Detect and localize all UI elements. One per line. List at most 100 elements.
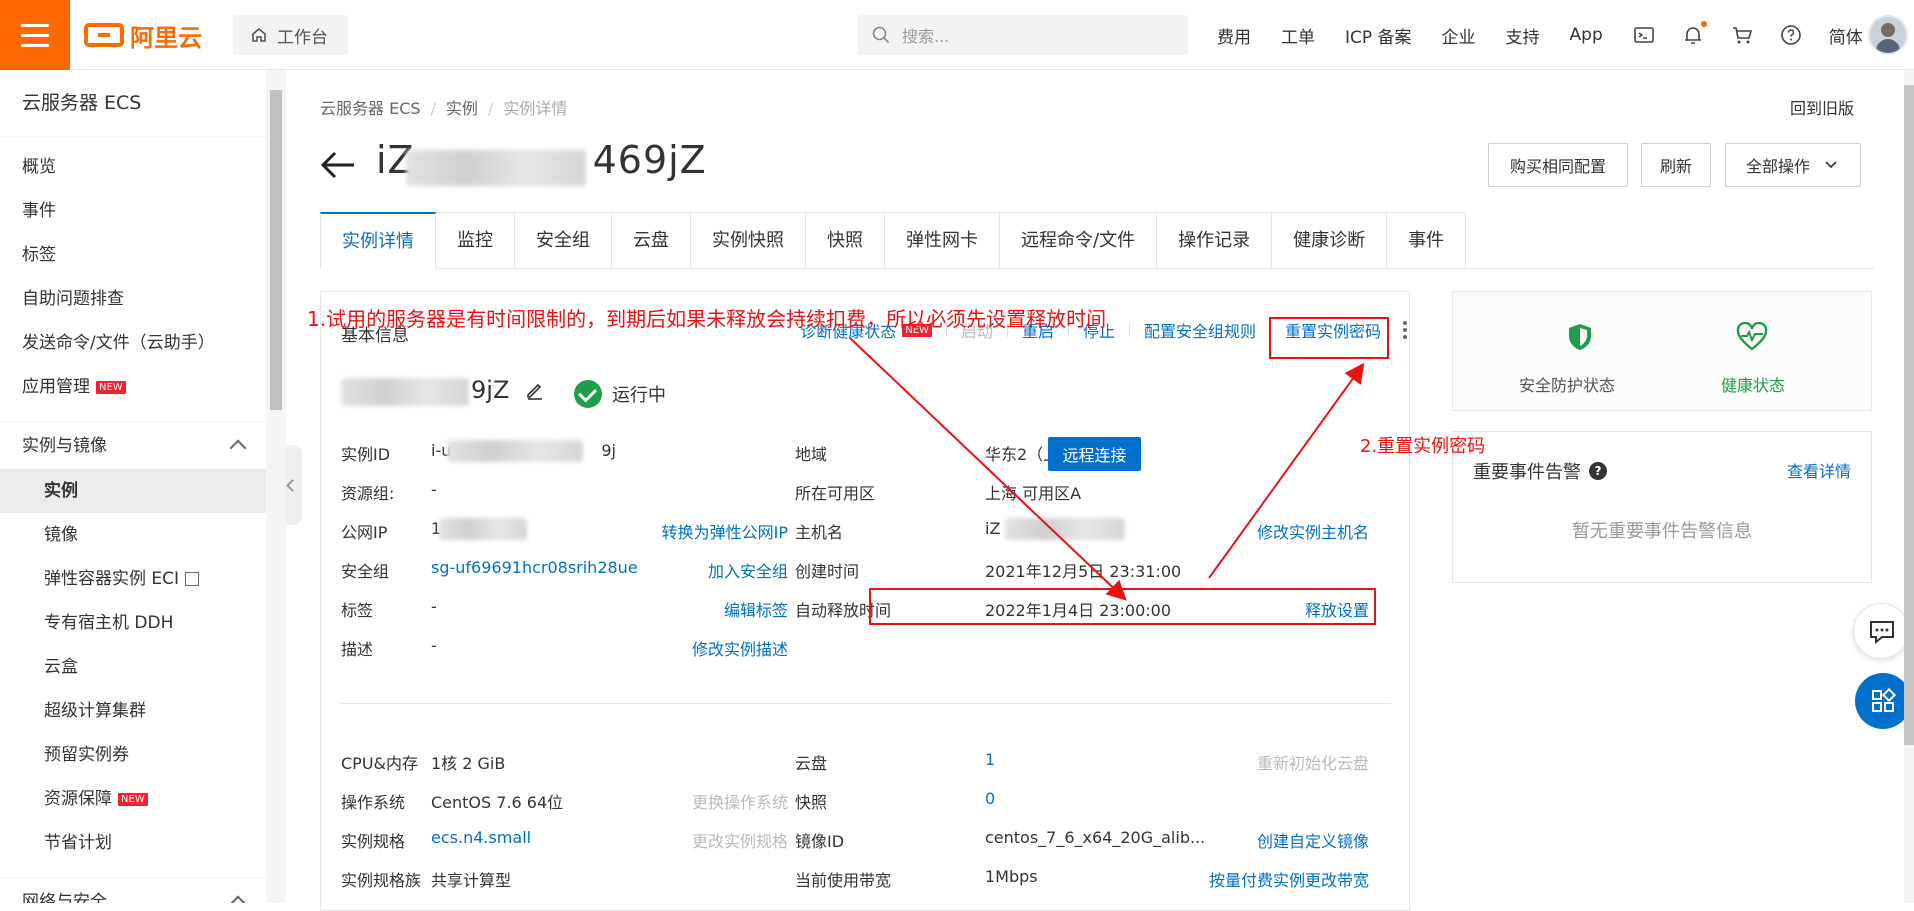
nav-icp[interactable]: ICP 备案 bbox=[1345, 23, 1412, 48]
configure-sg-rules-link[interactable]: 配置安全组规则 bbox=[1144, 318, 1256, 342]
events-panel: 重要事件告警? 查看详情 暂无重要事件告警信息 bbox=[1452, 431, 1872, 583]
change-bandwidth-link[interactable]: 按量付费实例更改带宽 bbox=[1209, 867, 1369, 891]
edit-tags-link[interactable]: 编辑标签 bbox=[724, 597, 788, 621]
sidebar-item-app-management[interactable]: 应用管理 NEW bbox=[0, 365, 266, 409]
sidebar-item-images[interactable]: 镜像 bbox=[0, 513, 266, 557]
add-security-group-link[interactable]: 加入安全组 bbox=[708, 558, 788, 582]
tab-events[interactable]: 事件 bbox=[1387, 212, 1467, 269]
workbench-button[interactable]: 工作台 bbox=[233, 15, 348, 55]
avatar[interactable] bbox=[1868, 15, 1908, 55]
sidebar-item-savings-plan[interactable]: 节省计划 bbox=[0, 821, 266, 865]
sidebar-item-ddh[interactable]: 专有宿主机 DDH bbox=[0, 601, 266, 645]
instance-family-label: 实例规格族 bbox=[341, 871, 422, 890]
tab-health-diagnosis[interactable]: 健康诊断 bbox=[1272, 212, 1388, 269]
view-details-link[interactable]: 查看详情 bbox=[1787, 458, 1851, 482]
tab-operation-logs[interactable]: 操作记录 bbox=[1157, 212, 1273, 269]
question-icon[interactable]: ? bbox=[1589, 462, 1607, 480]
old-version-link[interactable]: 回到旧版 bbox=[1790, 95, 1854, 119]
sidebar-item-events[interactable]: 事件 bbox=[0, 189, 266, 233]
snapshot-count-link[interactable]: 0 bbox=[985, 789, 995, 808]
sidebar: 云服务器 ECS 概览 事件 标签 自助问题排查 发送命令/文件（云助手） 应用… bbox=[0, 70, 286, 903]
sidebar-item-instances[interactable]: 实例 bbox=[0, 469, 266, 513]
sidebar-item-reserved[interactable]: 预留实例券 bbox=[0, 733, 266, 777]
chevron-up-icon bbox=[229, 439, 247, 457]
nav-app[interactable]: App bbox=[1570, 25, 1603, 45]
top-bar: 阿里云 工作台 搜索... 费用 工单 ICP 备案 企业 支持 App 简体 bbox=[0, 0, 1914, 70]
change-instance-type-link[interactable]: 更改实例规格 bbox=[692, 828, 788, 852]
chat-icon[interactable] bbox=[1853, 603, 1909, 659]
edit-pencil-icon[interactable] bbox=[525, 380, 545, 400]
cart-icon[interactable] bbox=[1731, 24, 1753, 46]
sidebar-item-tags[interactable]: 标签 bbox=[0, 233, 266, 277]
buy-same-config-button[interactable]: 购买相同配置 bbox=[1488, 143, 1628, 187]
reinit-disk-link[interactable]: 重新初始化云盘 bbox=[1257, 750, 1369, 774]
refresh-button[interactable]: 刷新 bbox=[1641, 143, 1711, 187]
instance-type-link[interactable]: ecs.n4.small bbox=[431, 828, 531, 847]
sidebar-item-overview[interactable]: 概览 bbox=[0, 145, 266, 189]
nav-ticket[interactable]: 工单 bbox=[1281, 23, 1315, 48]
sidebar-item-cloudbox[interactable]: 云盒 bbox=[0, 645, 266, 689]
help-icon[interactable] bbox=[1780, 24, 1802, 46]
tab-eni[interactable]: 弹性网卡 bbox=[885, 212, 1000, 269]
instance-family-value: 共享计算型 bbox=[431, 871, 512, 890]
hostname-value: iZ bbox=[985, 519, 1001, 538]
security-status-label[interactable]: 安全防护状态 bbox=[1519, 372, 1615, 396]
section-divider bbox=[341, 703, 1391, 704]
breadcrumb: 云服务器 ECS / 实例 / 实例详情 bbox=[320, 99, 568, 118]
convert-eip-link[interactable]: 转换为弹性公网IP bbox=[662, 519, 788, 543]
sidebar-section-instances-images[interactable]: 实例与镜像 bbox=[0, 421, 266, 469]
language-switch[interactable]: 简体 bbox=[1829, 23, 1863, 48]
region-label: 地域 bbox=[795, 445, 828, 464]
notification-dot bbox=[1700, 21, 1707, 27]
tab-monitoring[interactable]: 监控 bbox=[436, 212, 515, 269]
health-status-label[interactable]: 健康状态 bbox=[1721, 372, 1785, 396]
tab-security-groups[interactable]: 安全组 bbox=[515, 212, 612, 269]
tab-remote-commands[interactable]: 远程命令/文件 bbox=[1000, 212, 1158, 269]
back-arrow-icon[interactable] bbox=[320, 150, 356, 180]
apps-grid-icon[interactable] bbox=[1855, 673, 1911, 729]
events-empty-text: 暂无重要事件告警信息 bbox=[1572, 521, 1752, 542]
bandwidth-label: 当前使用带宽 bbox=[795, 871, 892, 890]
new-badge: NEW bbox=[118, 792, 148, 806]
nav-support[interactable]: 支持 bbox=[1506, 23, 1540, 48]
status-panel: 安全防护状态 健康状态 bbox=[1452, 291, 1872, 411]
bell-icon[interactable] bbox=[1682, 21, 1707, 46]
disk-count-link[interactable]: 1 bbox=[985, 750, 995, 769]
cpu-memory-label: CPU&内存 bbox=[341, 754, 419, 773]
terminal-icon[interactable] bbox=[1633, 24, 1655, 46]
change-os-link[interactable]: 更换操作系统 bbox=[692, 789, 788, 813]
all-operations-dropdown[interactable]: 全部操作 bbox=[1725, 143, 1861, 187]
tab-instance-details[interactable]: 实例详情 bbox=[320, 212, 436, 269]
sidebar-section-network-security[interactable]: 网络与安全 bbox=[0, 877, 266, 903]
menu-icon[interactable] bbox=[0, 0, 70, 70]
tab-disks[interactable]: 云盘 bbox=[612, 212, 691, 269]
os-value: CentOS 7.6 64位 bbox=[431, 793, 564, 812]
tab-snapshots[interactable]: 快照 bbox=[806, 212, 885, 269]
breadcrumb-ecs[interactable]: 云服务器 ECS bbox=[320, 99, 421, 118]
search-input[interactable]: 搜索... bbox=[858, 15, 1188, 55]
tab-instance-snapshots[interactable]: 实例快照 bbox=[691, 212, 806, 269]
page-scroll-thumb[interactable] bbox=[1904, 85, 1914, 745]
sidebar-item-troubleshoot[interactable]: 自助问题排查 bbox=[0, 277, 266, 321]
create-custom-image-link[interactable]: 创建自定义镜像 bbox=[1257, 828, 1369, 852]
edit-hostname-link[interactable]: 修改实例主机名 bbox=[1257, 519, 1369, 543]
edit-description-link[interactable]: 修改实例描述 bbox=[692, 636, 788, 660]
image-id-label: 镜像ID bbox=[795, 832, 845, 851]
nav-cost[interactable]: 费用 bbox=[1217, 23, 1251, 48]
remote-connect-button[interactable]: 远程连接 bbox=[1048, 437, 1141, 471]
more-actions-icon[interactable] bbox=[1403, 321, 1407, 339]
sidebar-item-capacity[interactable]: 资源保障 NEW bbox=[0, 777, 266, 821]
description-value: - bbox=[431, 636, 437, 655]
sidebar-scroll-thumb[interactable] bbox=[270, 90, 282, 410]
sidebar-item-eci[interactable]: 弹性容器实例 ECI bbox=[0, 557, 266, 601]
aliyun-logo[interactable]: 阿里云 bbox=[84, 18, 202, 52]
sidebar-item-scc[interactable]: 超级计算集群 bbox=[0, 689, 266, 733]
shield-icon bbox=[1569, 324, 1591, 350]
breadcrumb-current: 实例详情 bbox=[503, 99, 568, 118]
security-group-link[interactable]: sg-uf69691hcr08srih28ue bbox=[431, 558, 638, 577]
breadcrumb-instances[interactable]: 实例 bbox=[446, 99, 478, 118]
zone-value: 上海 可用区A bbox=[985, 484, 1082, 503]
sidebar-item-send-command[interactable]: 发送命令/文件（云助手） bbox=[0, 321, 266, 365]
search-icon bbox=[872, 26, 890, 44]
nav-enterprise[interactable]: 企业 bbox=[1442, 23, 1476, 48]
